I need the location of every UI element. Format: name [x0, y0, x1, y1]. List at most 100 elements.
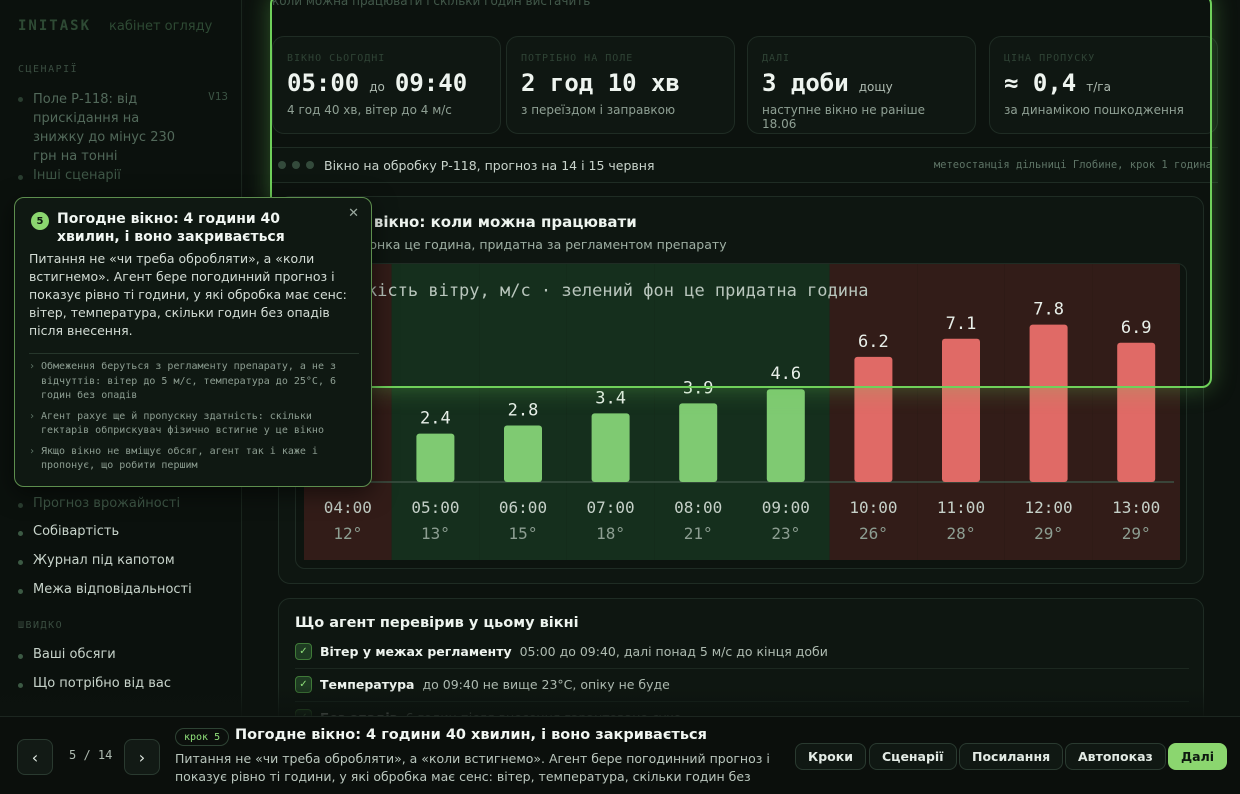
main-content: коли можна працювати і скільки годин вис…: [262, 0, 1240, 738]
sidebar-item-label: Інші сценарії: [33, 168, 121, 183]
close-icon[interactable]: ✕: [348, 206, 359, 221]
temperature-label: 12°: [333, 524, 362, 543]
next-button[interactable]: Далі: [1168, 743, 1228, 770]
stat-label: ДАЛІ: [762, 53, 791, 64]
tooltip-note: Обмеження беруться з регламенту препарат…: [29, 360, 359, 404]
temperature-label: 15°: [509, 524, 538, 543]
sidebar-item-label: Собівартість: [33, 524, 120, 539]
bar-value-label: 2.8: [508, 401, 539, 421]
check-icon: ✓: [295, 676, 312, 693]
links-button[interactable]: Посилання: [959, 743, 1064, 770]
stat-value: 3 доби дощу: [762, 69, 961, 97]
sidebar-item-yield-forecast[interactable]: Прогноз врожайності: [18, 496, 228, 511]
tooltip-body: Питання не «чи треба обробляти», а «коли…: [29, 251, 347, 338]
tooltip-note: Агент рахує ще й пропускну здатність: ск…: [29, 410, 359, 439]
temperature-label: 26°: [859, 524, 888, 543]
prev-step-button[interactable]: ‹: [17, 739, 53, 775]
stat-value-unit: дощу: [858, 80, 893, 94]
stat-card-next: ДАЛІ 3 доби дощу наступне вікно не раніш…: [747, 36, 976, 134]
sidebar-item-journal[interactable]: Журнал під капотом: [18, 553, 228, 568]
temperature-label: 29°: [1122, 524, 1151, 543]
stat-value-to: 09:40: [394, 69, 468, 97]
next-step-arrow-button[interactable]: ›: [124, 739, 160, 775]
sidebar-item-needed-from-you[interactable]: Що потрібно від вас: [18, 676, 228, 691]
wind-chart: швидкість вітру, м/с · зелений фон це пр…: [295, 263, 1187, 569]
status-meta: метеостанція дільниці Глобине, крок 1 го…: [933, 159, 1212, 171]
wind-bar: [942, 338, 980, 482]
bar-value-label: 7.1: [946, 314, 977, 334]
app-subtitle: кабінет огляду: [109, 19, 213, 34]
stat-note: наступне вікно не раніше 18.06: [762, 103, 925, 131]
bar-value-label: 3.9: [683, 378, 714, 398]
step-chip: крок 5: [175, 728, 230, 746]
stat-value-unit: т/га: [1086, 80, 1111, 94]
bullet-icon: [18, 531, 23, 536]
temperature-label: 23°: [771, 524, 800, 543]
stat-value-main: ≈ 0,4: [1004, 69, 1077, 97]
bar-value-label: 7.8: [1033, 300, 1064, 320]
stat-value: 05:00 до 09:40: [287, 69, 486, 97]
brand: INITASK кабінет огляду: [18, 18, 212, 34]
bullet-icon: [18, 683, 23, 688]
stat-label: ВІКНО СЬОГОДНІ: [287, 53, 386, 64]
check-row: ✓ Вітер у межах регламенту 05:00 до 09:4…: [295, 643, 1189, 669]
bar-value-label: 2.4: [420, 409, 451, 429]
stat-note: за динамікою пошкодження: [1004, 103, 1184, 117]
sidebar-item-label: Поле Р-118: від прискідання на знижку до…: [33, 92, 176, 164]
status-text: Вікно на обробку Р-118, прогноз на 14 і …: [324, 157, 655, 173]
stat-value: ≈ 0,4 т/га: [1004, 69, 1203, 97]
bar-value-label: 6.2: [858, 332, 889, 352]
sidebar-item-responsibility[interactable]: Межа відповідальності: [18, 582, 228, 597]
checks-title: Що агент перевірив у цьому вікні: [295, 615, 579, 631]
stat-value-from: 05:00: [287, 69, 360, 97]
tooltip-note: Якщо вікно не вміщує обсяг, агент так і …: [29, 445, 359, 474]
stat-card-cost: ЦІНА ПРОПУСКУ ≈ 0,4 т/га за динамікою по…: [989, 36, 1218, 134]
tooltip-title: Погодне вікно: 4 години 40 хвилин, і вон…: [57, 211, 285, 245]
steps-button[interactable]: Кроки: [795, 743, 866, 770]
tooltip-notes: Обмеження беруться з регламенту препарат…: [29, 360, 359, 480]
top-strip-text: коли можна працювати і скільки годин вис…: [272, 0, 591, 8]
app-logo: INITASK: [18, 18, 92, 34]
window-dots-icon: [278, 161, 314, 169]
wind-bar: [416, 433, 455, 482]
stat-note: з переїздом і заправкою: [521, 103, 676, 117]
stat-value-main: 3 доби: [762, 69, 849, 97]
check-detail: до 09:40 не вище 23°C, опіку не буде: [422, 677, 670, 692]
autoplay-button[interactable]: Автопоказ: [1065, 743, 1166, 770]
sidebar-item-other-scenarios[interactable]: Інші сценарії: [18, 168, 228, 183]
step-counter: 5 / 14: [69, 748, 113, 762]
hour-tick-label: 08:00: [674, 498, 722, 517]
bullet-icon: [18, 654, 23, 659]
chart-title: швидкість вітру, м/с · зелений фон це пр…: [326, 281, 868, 301]
wind-bar: [1117, 342, 1156, 482]
stat-card-needed: ПОТРІБНО НА ПОЛЕ 2 год 10 хв з переїздом…: [506, 36, 735, 134]
sidebar-item-scenario[interactable]: Поле Р-118: від прискідання на знижку до…: [18, 90, 228, 166]
check-name: Вітер у межах регламенту: [320, 644, 512, 659]
section-quick: ШВИДКО: [18, 620, 64, 631]
temperature-label: 18°: [596, 524, 625, 543]
wind-bar: [766, 389, 805, 482]
sidebar-item-cost[interactable]: Собівартість: [18, 524, 228, 539]
check-detail: 05:00 до 09:40, далі понад 5 м/с до кінц…: [519, 644, 828, 659]
stat-label: ЦІНА ПРОПУСКУ: [1004, 53, 1096, 64]
hour-tick-label: 11:00: [937, 498, 985, 517]
wind-bar: [1029, 324, 1068, 482]
wind-bar: [504, 425, 542, 482]
sidebar-item-label: Журнал під капотом: [33, 553, 175, 568]
tour-tooltip: 5 Погодне вікно: 4 години 40 хвилин, і в…: [14, 197, 372, 487]
stat-card-window: ВІКНО СЬОГОДНІ 05:00 до 09:40 4 год 40 х…: [272, 36, 501, 134]
sidebar-item-label: Що потрібно від вас: [33, 676, 171, 691]
bullet-icon: [18, 589, 23, 594]
hour-tick-label: 04:00: [324, 498, 372, 517]
scenarios-button[interactable]: Сценарії: [869, 743, 957, 770]
bar-value-label: 4.6: [770, 364, 801, 384]
hour-tick-label: 09:00: [762, 498, 810, 517]
hour-tick-label: 07:00: [587, 498, 635, 517]
sidebar-item-your-volumes[interactable]: Ваші обсяги: [18, 647, 228, 662]
step-number-badge: 5: [31, 212, 49, 230]
temperature-label: 28°: [947, 524, 976, 543]
sidebar-item-label: Ваші обсяги: [33, 647, 116, 662]
chevron-right-icon: ›: [138, 747, 146, 767]
stat-value-join: до: [369, 80, 385, 94]
weather-window-panel: Погодне вікно: коли можна працювати Зеле…: [278, 196, 1204, 584]
